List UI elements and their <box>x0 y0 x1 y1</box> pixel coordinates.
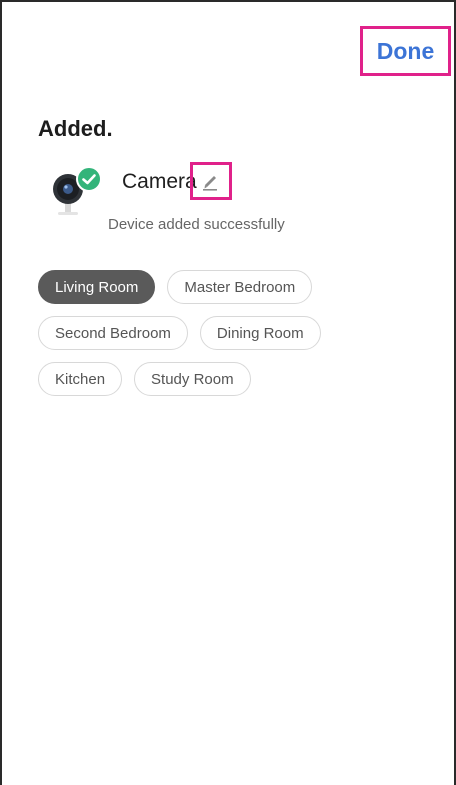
room-chip-living-room[interactable]: Living Room <box>38 270 156 304</box>
room-chip-master-bedroom[interactable]: Master Bedroom <box>167 270 313 304</box>
device-status: Device added successfully <box>108 216 285 233</box>
room-chips: Living Room Master Bedroom Second Bedroo… <box>38 270 438 408</box>
edit-name-button[interactable] <box>190 162 232 200</box>
room-row: Kitchen Study Room <box>38 362 438 396</box>
app-screen: Done Added. Camera Device added successf… <box>0 0 456 785</box>
room-row: Living Room Master Bedroom <box>38 270 438 304</box>
done-button[interactable]: Done <box>360 26 451 76</box>
room-chip-second-bedroom[interactable]: Second Bedroom <box>38 316 188 350</box>
room-row: Second Bedroom Dining Room <box>38 316 438 350</box>
room-chip-study-room[interactable]: Study Room <box>134 362 251 396</box>
room-chip-dining-room[interactable]: Dining Room <box>199 316 321 350</box>
check-circle-icon <box>76 166 102 192</box>
page-title: Added. <box>38 116 113 141</box>
room-chip-kitchen[interactable]: Kitchen <box>38 362 123 396</box>
device-row: Camera Device added successfully <box>46 162 426 242</box>
pencil-icon <box>203 176 217 191</box>
device-name: Camera <box>122 170 197 193</box>
camera-icon <box>46 162 102 226</box>
